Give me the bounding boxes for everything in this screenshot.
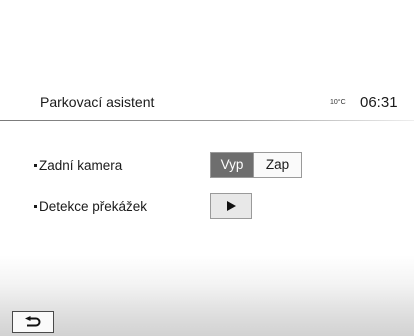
bullet-icon: [34, 163, 37, 167]
setting-row-obstacle-detection: Detekce překážek: [0, 192, 414, 222]
rear-camera-off-button[interactable]: Vyp: [211, 153, 253, 177]
obstacle-detection-play-button[interactable]: [210, 193, 252, 219]
rear-camera-toggle[interactable]: Vyp Zap: [210, 152, 302, 178]
bullet-icon: [34, 204, 37, 208]
play-icon: [227, 201, 236, 211]
back-button[interactable]: [12, 311, 54, 333]
obstacle-detection-label: Detekce překážek: [34, 199, 147, 214]
setting-row-rear-camera: Zadní kamera Vyp Zap: [0, 151, 414, 181]
obstacle-detection-label-text: Detekce překážek: [39, 199, 148, 214]
page-title: Parkovací asistent: [40, 94, 155, 110]
rear-camera-label-text: Zadní kamera: [39, 158, 123, 173]
screen: Parkovací asistent 10°C 06:31 Zadní kame…: [0, 0, 414, 336]
rear-camera-label: Zadní kamera: [34, 158, 122, 173]
rear-camera-on-button[interactable]: Zap: [253, 153, 301, 177]
back-arrow-icon: [25, 315, 41, 326]
temperature-readout: 10°C: [330, 99, 346, 106]
clock: 06:31: [360, 94, 398, 111]
header-bar: Parkovací asistent 10°C 06:31: [0, 92, 414, 120]
header-divider: [0, 120, 414, 121]
